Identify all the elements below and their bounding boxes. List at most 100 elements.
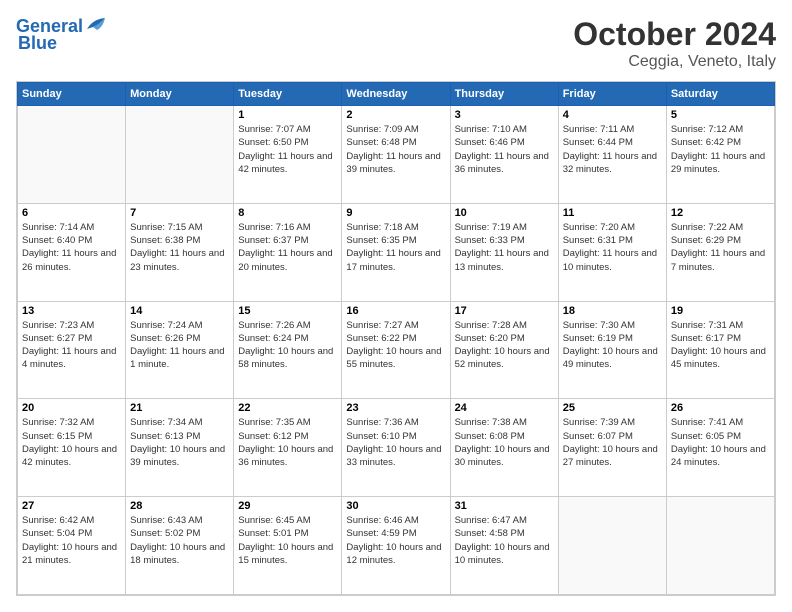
calendar-cell [18,106,126,204]
day-info: Sunrise: 7:26 AM Sunset: 6:24 PM Dayligh… [238,319,337,372]
calendar-cell: 14 Sunrise: 7:24 AM Sunset: 6:26 PM Dayli… [126,301,234,399]
calendar-cell [666,497,774,595]
calendar-cell: 2 Sunrise: 7:09 AM Sunset: 6:48 PM Daylig… [342,106,450,204]
day-number: 25 [563,402,662,414]
weekday-header: Thursday [450,83,558,106]
calendar-cell: 30 Sunrise: 6:46 AM Sunset: 4:59 PM Dayli… [342,497,450,595]
header: General Blue October 2024 Ceggia, Veneto… [16,16,776,71]
calendar-week-row: 1Sunrise: 7:07 AM Sunset: 6:50 PM Daylig… [18,106,775,204]
day-number: 17 [455,305,554,317]
calendar-header: SundayMondayTuesdayWednesdayThursdayFrid… [18,83,775,106]
calendar-cell: 19 Sunrise: 7:31 AM Sunset: 6:17 PM Dayli… [666,301,774,399]
day-info: Sunrise: 6:47 AM Sunset: 4:58 PM Dayligh… [455,514,554,567]
day-number: 1 [238,109,337,121]
day-info: Sunrise: 7:20 AM Sunset: 6:31 PM Dayligh… [563,221,662,274]
day-info: Sunrise: 6:43 AM Sunset: 5:02 PM Dayligh… [130,514,229,567]
calendar-cell: 27Sunrise: 6:42 AM Sunset: 5:04 PM Dayli… [18,497,126,595]
calendar-cell: 10 Sunrise: 7:19 AM Sunset: 6:33 PM Dayli… [450,203,558,301]
weekday-header: Wednesday [342,83,450,106]
day-number: 24 [455,402,554,414]
calendar-title: October 2024 [573,16,776,53]
calendar-cell [126,106,234,204]
calendar-cell: 25Sunrise: 7:39 AM Sunset: 6:07 PM Dayli… [558,399,666,497]
calendar-cell [558,497,666,595]
day-info: Sunrise: 7:38 AM Sunset: 6:08 PM Dayligh… [455,416,554,469]
weekday-header: Tuesday [234,83,342,106]
day-info: Sunrise: 7:15 AM Sunset: 6:38 PM Dayligh… [130,221,229,274]
day-number: 15 [238,305,337,317]
day-info: Sunrise: 7:35 AM Sunset: 6:12 PM Dayligh… [238,416,337,469]
day-number: 2 [346,109,445,121]
logo-wing-icon [85,17,107,31]
calendar-cell: 24 Sunrise: 7:38 AM Sunset: 6:08 PM Dayli… [450,399,558,497]
day-info: Sunrise: 7:32 AM Sunset: 6:15 PM Dayligh… [22,416,121,469]
calendar-subtitle: Ceggia, Veneto, Italy [573,53,776,71]
weekday-row: SundayMondayTuesdayWednesdayThursdayFrid… [18,83,775,106]
day-number: 19 [671,305,770,317]
calendar-cell: 23Sunrise: 7:36 AM Sunset: 6:10 PM Dayli… [342,399,450,497]
calendar-cell: 22 Sunrise: 7:35 AM Sunset: 6:12 PM Dayli… [234,399,342,497]
calendar-cell: 17 Sunrise: 7:28 AM Sunset: 6:20 PM Dayli… [450,301,558,399]
day-number: 28 [130,500,229,512]
calendar-cell: 18Sunrise: 7:30 AM Sunset: 6:19 PM Dayli… [558,301,666,399]
calendar-cell: 1Sunrise: 7:07 AM Sunset: 6:50 PM Daylig… [234,106,342,204]
day-number: 5 [671,109,770,121]
calendar-week-row: 6 Sunrise: 7:14 AM Sunset: 6:40 PM Daylig… [18,203,775,301]
day-number: 30 [346,500,445,512]
logo-blue-text: Blue [18,33,57,54]
calendar-cell: 16Sunrise: 7:27 AM Sunset: 6:22 PM Dayli… [342,301,450,399]
day-info: Sunrise: 7:14 AM Sunset: 6:40 PM Dayligh… [22,221,121,274]
calendar-table: SundayMondayTuesdayWednesdayThursdayFrid… [17,82,775,595]
day-info: Sunrise: 6:46 AM Sunset: 4:59 PM Dayligh… [346,514,445,567]
day-info: Sunrise: 7:31 AM Sunset: 6:17 PM Dayligh… [671,319,770,372]
logo: General Blue [16,16,107,54]
day-info: Sunrise: 7:22 AM Sunset: 6:29 PM Dayligh… [671,221,770,274]
day-number: 14 [130,305,229,317]
calendar-cell: 29 Sunrise: 6:45 AM Sunset: 5:01 PM Dayli… [234,497,342,595]
weekday-header: Saturday [666,83,774,106]
calendar-cell: 11 Sunrise: 7:20 AM Sunset: 6:31 PM Dayli… [558,203,666,301]
title-block: October 2024 Ceggia, Veneto, Italy [573,16,776,71]
day-number: 16 [346,305,445,317]
calendar-cell: 13 Sunrise: 7:23 AM Sunset: 6:27 PM Dayli… [18,301,126,399]
calendar-cell: 3Sunrise: 7:10 AM Sunset: 6:46 PM Daylig… [450,106,558,204]
weekday-header: Sunday [18,83,126,106]
day-info: Sunrise: 7:12 AM Sunset: 6:42 PM Dayligh… [671,123,770,176]
calendar-cell: 4Sunrise: 7:11 AM Sunset: 6:44 PM Daylig… [558,106,666,204]
day-info: Sunrise: 6:45 AM Sunset: 5:01 PM Dayligh… [238,514,337,567]
calendar-cell: 31Sunrise: 6:47 AM Sunset: 4:58 PM Dayli… [450,497,558,595]
day-number: 12 [671,207,770,219]
calendar: SundayMondayTuesdayWednesdayThursdayFrid… [16,81,776,596]
day-info: Sunrise: 7:23 AM Sunset: 6:27 PM Dayligh… [22,319,121,372]
day-number: 18 [563,305,662,317]
day-number: 9 [346,207,445,219]
calendar-cell: 6 Sunrise: 7:14 AM Sunset: 6:40 PM Daylig… [18,203,126,301]
day-info: Sunrise: 6:42 AM Sunset: 5:04 PM Dayligh… [22,514,121,567]
calendar-cell: 26Sunrise: 7:41 AM Sunset: 6:05 PM Dayli… [666,399,774,497]
day-number: 11 [563,207,662,219]
day-info: Sunrise: 7:24 AM Sunset: 6:26 PM Dayligh… [130,319,229,372]
day-info: Sunrise: 7:18 AM Sunset: 6:35 PM Dayligh… [346,221,445,274]
day-number: 10 [455,207,554,219]
day-info: Sunrise: 7:19 AM Sunset: 6:33 PM Dayligh… [455,221,554,274]
calendar-cell: 12 Sunrise: 7:22 AM Sunset: 6:29 PM Dayli… [666,203,774,301]
calendar-cell: 21 Sunrise: 7:34 AM Sunset: 6:13 PM Dayli… [126,399,234,497]
day-info: Sunrise: 7:09 AM Sunset: 6:48 PM Dayligh… [346,123,445,176]
day-info: Sunrise: 7:11 AM Sunset: 6:44 PM Dayligh… [563,123,662,176]
day-number: 29 [238,500,337,512]
calendar-cell: 20 Sunrise: 7:32 AM Sunset: 6:15 PM Dayli… [18,399,126,497]
calendar-cell: 8Sunrise: 7:16 AM Sunset: 6:37 PM Daylig… [234,203,342,301]
day-info: Sunrise: 7:10 AM Sunset: 6:46 PM Dayligh… [455,123,554,176]
calendar-cell: 9 Sunrise: 7:18 AM Sunset: 6:35 PM Daylig… [342,203,450,301]
day-info: Sunrise: 7:28 AM Sunset: 6:20 PM Dayligh… [455,319,554,372]
day-number: 20 [22,402,121,414]
day-number: 21 [130,402,229,414]
weekday-header: Friday [558,83,666,106]
day-info: Sunrise: 7:34 AM Sunset: 6:13 PM Dayligh… [130,416,229,469]
day-number: 13 [22,305,121,317]
weekday-header: Monday [126,83,234,106]
calendar-cell: 28 Sunrise: 6:43 AM Sunset: 5:02 PM Dayli… [126,497,234,595]
day-number: 6 [22,207,121,219]
day-info: Sunrise: 7:16 AM Sunset: 6:37 PM Dayligh… [238,221,337,274]
day-number: 22 [238,402,337,414]
